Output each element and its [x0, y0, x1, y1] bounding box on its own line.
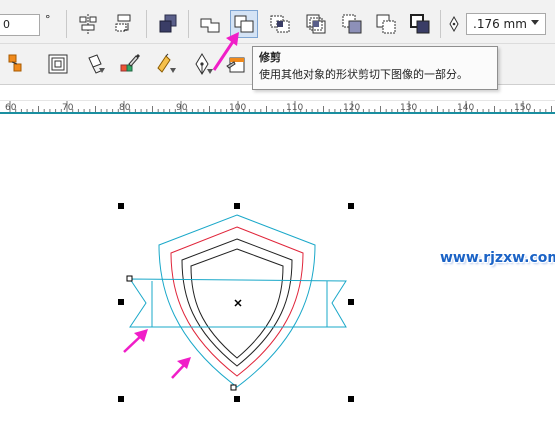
boundary-icon[interactable]	[406, 10, 434, 38]
separator	[66, 10, 67, 38]
interactive-fill-icon[interactable]	[152, 50, 180, 78]
angle-unit-label: °	[45, 13, 51, 26]
tooltip-title: 修剪	[259, 51, 281, 64]
rotation-angle-input[interactable]: 0	[0, 14, 40, 36]
selection-handles	[118, 203, 354, 402]
convert-icon[interactable]	[110, 10, 138, 38]
fill-bucket-icon[interactable]	[82, 50, 110, 78]
annotation-arrows	[123, 329, 191, 379]
front-minus-back-icon[interactable]	[338, 10, 366, 38]
artwork	[118, 203, 354, 402]
ruler-baseline	[0, 112, 555, 114]
group-icon[interactable]	[154, 10, 182, 38]
watermark-text: www.rjzxw.com	[440, 250, 555, 266]
drawing-canvas[interactable]	[0, 122, 555, 428]
property-bar: 0 ° .176 mm	[0, 0, 555, 44]
node-handle	[126, 275, 133, 282]
node-handle	[230, 384, 237, 391]
tooltip-body: 使用其他对象的形状剪切下图像的一部分。	[259, 68, 468, 81]
separator	[188, 10, 189, 38]
separator	[440, 10, 441, 38]
outline-pen-icon	[448, 15, 460, 35]
contour-icon[interactable]	[44, 50, 72, 78]
center-marker	[234, 299, 242, 307]
outline-width-value: .176 mm	[473, 17, 527, 31]
back-minus-front-icon[interactable]	[372, 10, 400, 38]
horizontal-ruler[interactable]: 60 70 80 90 100 110 120 130 140 150	[0, 100, 555, 122]
toolbar-arrow	[212, 32, 239, 71]
intersect-icon[interactable]	[266, 10, 294, 38]
eyedropper-icon[interactable]	[116, 50, 144, 78]
trim-tooltip: 修剪 使用其他对象的形状剪切下图像的一部分。	[252, 46, 498, 90]
arrow-head	[177, 357, 191, 369]
align-distribute-icon[interactable]	[74, 10, 102, 38]
outline-width-select[interactable]: .176 mm	[466, 13, 546, 35]
simplify-icon[interactable]	[302, 10, 330, 38]
smart-fill-icon[interactable]	[0, 50, 28, 78]
separator	[146, 10, 147, 38]
chevron-down-icon	[531, 20, 539, 25]
